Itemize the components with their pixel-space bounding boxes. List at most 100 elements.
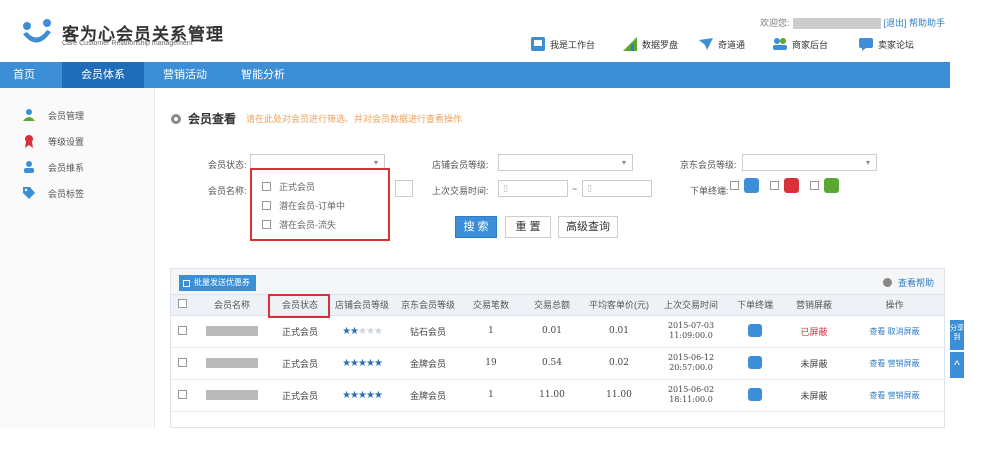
sidebar-item-member-manage[interactable]: 会员管理 — [22, 108, 84, 122]
select-all-checkbox[interactable] — [177, 299, 187, 309]
tag-icon — [23, 187, 35, 199]
nav-analytics[interactable]: 智能分析 — [228, 62, 298, 88]
send-coupon-button[interactable]: 批量发送优惠券 — [179, 275, 256, 291]
trade-count-cell: 1 — [461, 379, 521, 412]
checkbox[interactable] — [262, 201, 271, 210]
sidebar-item-member-care[interactable]: 会员维系 — [22, 160, 84, 174]
nav-marketing[interactable]: 营销活动 — [150, 62, 220, 88]
pc-icon — [748, 355, 762, 369]
star-rating-icon: ★★★★★ — [342, 325, 383, 337]
row-select-cell — [171, 315, 193, 348]
status-dropdown-popup: 正式会员 潜在会员-订单中 潜在会员-流失 — [250, 168, 390, 241]
chevron-down-icon: ▾ — [865, 158, 870, 167]
last-trade-cell: 2015-07-03 11:09:00.0 — [655, 315, 727, 348]
terminal-pc-checkbox[interactable] — [730, 181, 739, 190]
row-actions[interactable]: 查看 营销屏蔽 — [845, 379, 944, 412]
col-trade-total[interactable]: 交易总额 — [521, 295, 583, 316]
welcome-bar: 欢迎您: [退出] 帮助助手 — [760, 16, 946, 30]
trade-total-cell: 0.01 — [521, 315, 583, 348]
trade-total-cell: 0.54 — [521, 347, 583, 380]
row-actions[interactable]: 查看 取消屏蔽 — [845, 315, 944, 348]
terminal-wechat-checkbox[interactable] — [810, 181, 819, 190]
checkbox[interactable] — [262, 220, 271, 229]
status-option-0[interactable]: 正式会员 — [262, 180, 315, 193]
trade-end-input[interactable]: ▯ — [582, 180, 652, 197]
terminal-cell — [727, 347, 783, 380]
status-option-1[interactable]: 潜在会员-订单中 — [262, 199, 345, 212]
block-status-cell: 已屏蔽 — [783, 315, 845, 348]
checkbox[interactable] — [262, 182, 271, 191]
welcome-prefix: 欢迎您: — [760, 18, 790, 28]
advanced-search-button[interactable]: 高级查询 — [558, 216, 618, 238]
row-checkbox[interactable] — [177, 325, 187, 335]
member-name-redacted — [206, 326, 258, 337]
jd-level-cell: 金牌会员 — [395, 347, 461, 380]
chart-icon — [623, 37, 637, 51]
sidebar-item-member-tags[interactable]: 会员标签 — [22, 186, 84, 200]
welcome-links[interactable]: [退出] 帮助助手 — [884, 18, 946, 28]
member-name-input[interactable] — [395, 180, 413, 197]
col-last-trade[interactable]: 上次交易时间 — [655, 295, 727, 316]
table-row: 正式会员 ★★★★★ 金牌会员 19 0.54 0.02 2015-06-12 20:57:0… — [171, 347, 944, 380]
member-name-label: 会员名称: — [208, 186, 247, 196]
col-avg-price[interactable]: 平均客单价(元) — [583, 295, 655, 316]
monitor-icon — [531, 37, 545, 51]
trade-count-cell: 1 — [461, 315, 521, 348]
pc-icon — [748, 387, 762, 401]
member-name-cell — [193, 379, 271, 412]
last-trade-cell: 2015-06-02 18:11:00.0 — [655, 379, 727, 412]
member-name-redacted — [206, 358, 258, 369]
nav-home[interactable]: 首页 — [0, 62, 48, 88]
tool-data-compass[interactable]: 数据罗盘 — [622, 36, 678, 52]
row-actions[interactable]: 查看 营销屏蔽 — [845, 347, 944, 380]
jd-level-label: 京东会员等级: — [680, 160, 737, 170]
col-shop-level[interactable]: 店铺会员等级 — [329, 295, 395, 316]
help-link[interactable]: 查看帮助 — [882, 276, 934, 289]
row-checkbox[interactable] — [177, 389, 187, 399]
member-name-redacted — [206, 390, 258, 401]
row-select-cell — [171, 379, 193, 412]
col-jd-level[interactable]: 京东会员等级 — [395, 295, 461, 316]
last-trade-time: 18:11:00.0 — [669, 395, 713, 404]
tool-merchant-backend[interactable]: 商家后台 — [772, 36, 828, 52]
search-button[interactable]: 搜 索 — [455, 216, 497, 238]
status-cell: 正式会员 — [271, 347, 329, 380]
help-icon — [882, 278, 892, 287]
status-cell: 正式会员 — [271, 379, 329, 412]
star-rating-icon: ★★★★★ — [342, 357, 383, 369]
member-name-cell — [193, 347, 271, 380]
tool-seller-forum[interactable]: 卖家论坛 — [858, 36, 914, 52]
app-header: 客为心会员关系管理 Care Customer Relationship man… — [0, 0, 950, 60]
status-header-highlight — [268, 294, 330, 318]
shop-level-cell: ★★★★★ — [329, 347, 395, 380]
chat-icon — [859, 38, 873, 51]
tool-qidaotong[interactable]: 奇道通 — [698, 36, 745, 52]
trade-start-input[interactable]: ▯ — [498, 180, 568, 197]
jd-level-cell: 钻石会员 — [395, 315, 461, 348]
shop-level-cell: ★★★★★ — [329, 315, 395, 348]
status-option-2[interactable]: 潜在会员-流失 — [262, 218, 336, 231]
col-trade-count[interactable]: 交易笔数 — [461, 295, 521, 316]
share-float-button[interactable]: 分享到 — [950, 320, 964, 350]
tool-workbench[interactable]: 我是工作台 — [530, 36, 595, 52]
shop-level-select[interactable]: ▾ — [498, 154, 633, 171]
grid-icon — [183, 279, 190, 287]
back-to-top-button[interactable]: ^ — [950, 352, 964, 378]
nav-member-system[interactable]: 会员体系 — [62, 62, 144, 88]
status-label: 会员状态: — [208, 160, 247, 170]
sidebar: 会员管理 等级设置 会员维系 会员标签 — [0, 88, 155, 428]
logo-icon — [23, 19, 51, 43]
users-icon — [773, 38, 787, 50]
reset-button[interactable]: 重 置 — [505, 216, 551, 238]
col-member-name[interactable]: 会员名称 — [193, 295, 271, 316]
col-terminal[interactable]: 下单终端 — [727, 295, 783, 316]
sidebar-item-level-settings[interactable]: 等级设置 — [22, 134, 84, 148]
jd-level-select[interactable]: ▾ — [742, 154, 877, 171]
row-checkbox[interactable] — [177, 357, 187, 367]
ribbon-icon — [25, 135, 33, 148]
star-rating-icon: ★★★★★ — [342, 389, 383, 401]
col-marketing-block[interactable]: 营销屏蔽 — [783, 295, 845, 316]
terminal-cell — [727, 379, 783, 412]
terminal-mobile-checkbox[interactable] — [770, 181, 779, 190]
terminal-filters — [730, 178, 839, 193]
